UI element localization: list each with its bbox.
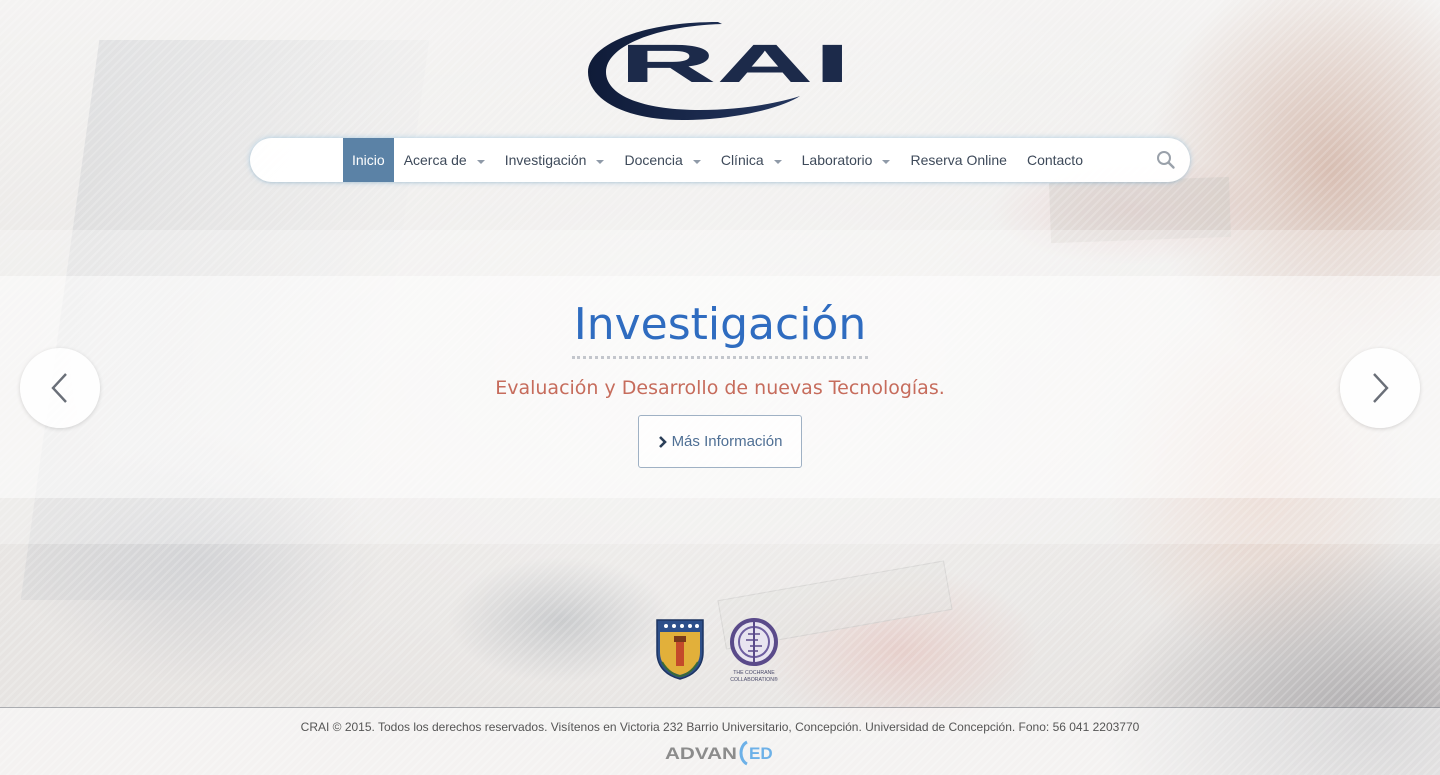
nav-item-label: Clínica (720, 152, 764, 168)
chevron-left-icon (51, 373, 67, 403)
hero-title-text: Investigación (571, 296, 869, 359)
footer-copyright: CRAI © 2015. Todos los derechos reservad… (300, 720, 1140, 734)
caret-down-icon (596, 159, 605, 164)
svg-text:ADVAN: ADVAN (665, 744, 737, 763)
nav-item-label: Acerca de (403, 152, 467, 168)
caret-down-icon (773, 159, 782, 164)
carousel-prev-button[interactable] (20, 348, 100, 428)
chevron-right-icon (658, 435, 667, 448)
svg-text:THE COCHRANE: THE COCHRANE (733, 670, 775, 676)
university-crest-logo[interactable] (654, 618, 706, 680)
caret-down-icon (882, 159, 891, 164)
nav-item-label: Inicio (352, 152, 385, 168)
svg-text:RAI: RAI (619, 34, 851, 94)
chevron-right-icon (1373, 373, 1389, 403)
nav-item-inicio[interactable]: Inicio (343, 138, 394, 182)
nav-item-label: Docencia (624, 152, 683, 168)
more-info-button[interactable]: Más Información (638, 415, 802, 468)
advanced-brand-logo[interactable]: ADVAN ED (663, 738, 777, 768)
caret-down-icon (692, 159, 701, 164)
carousel-next-button[interactable] (1340, 348, 1420, 428)
caret-down-icon (476, 159, 485, 164)
nav-item-clínica[interactable]: Clínica (711, 138, 792, 182)
rai-logo-icon: RAI (588, 22, 851, 120)
nav-item-acerca-de[interactable]: Acerca de (394, 138, 495, 182)
footer-divider (0, 707, 1440, 708)
more-info-label: Más Información (671, 433, 783, 450)
hero-subtitle: Evaluación y Desarrollo de nuevas Tecnol… (495, 377, 945, 399)
nav-menu: Inicio Acerca de Investigación Docencia Clín… (343, 138, 1093, 182)
nav-item-label: Reserva Online (910, 152, 1007, 168)
svg-text:ED: ED (749, 744, 773, 763)
nav-item-docencia[interactable]: Docencia (614, 138, 710, 182)
hero-band-top (0, 230, 1440, 276)
search-icon[interactable] (1156, 150, 1176, 170)
nav-item-label: Investigación (504, 152, 587, 168)
site-logo[interactable]: RAI (586, 16, 856, 122)
nav-item-investigación[interactable]: Investigación (495, 138, 615, 182)
main-navigation: Inicio Acerca de Investigación Docencia Clín… (250, 138, 1190, 182)
svg-text:COLLABORATION®: COLLABORATION® (730, 676, 778, 683)
nav-item-reserva-online[interactable]: Reserva Online (900, 138, 1017, 182)
nav-item-label: Laboratorio (801, 152, 873, 168)
hero-band-bottom (0, 498, 1440, 544)
nav-item-laboratorio[interactable]: Laboratorio (792, 138, 901, 182)
nav-item-label: Contacto (1026, 152, 1083, 168)
hero-title: Investigación (0, 296, 1440, 359)
nav-item-contacto[interactable]: Contacto (1017, 138, 1093, 182)
cochrane-collaboration-logo[interactable]: THE COCHRANE COLLABORATION® (726, 618, 782, 684)
